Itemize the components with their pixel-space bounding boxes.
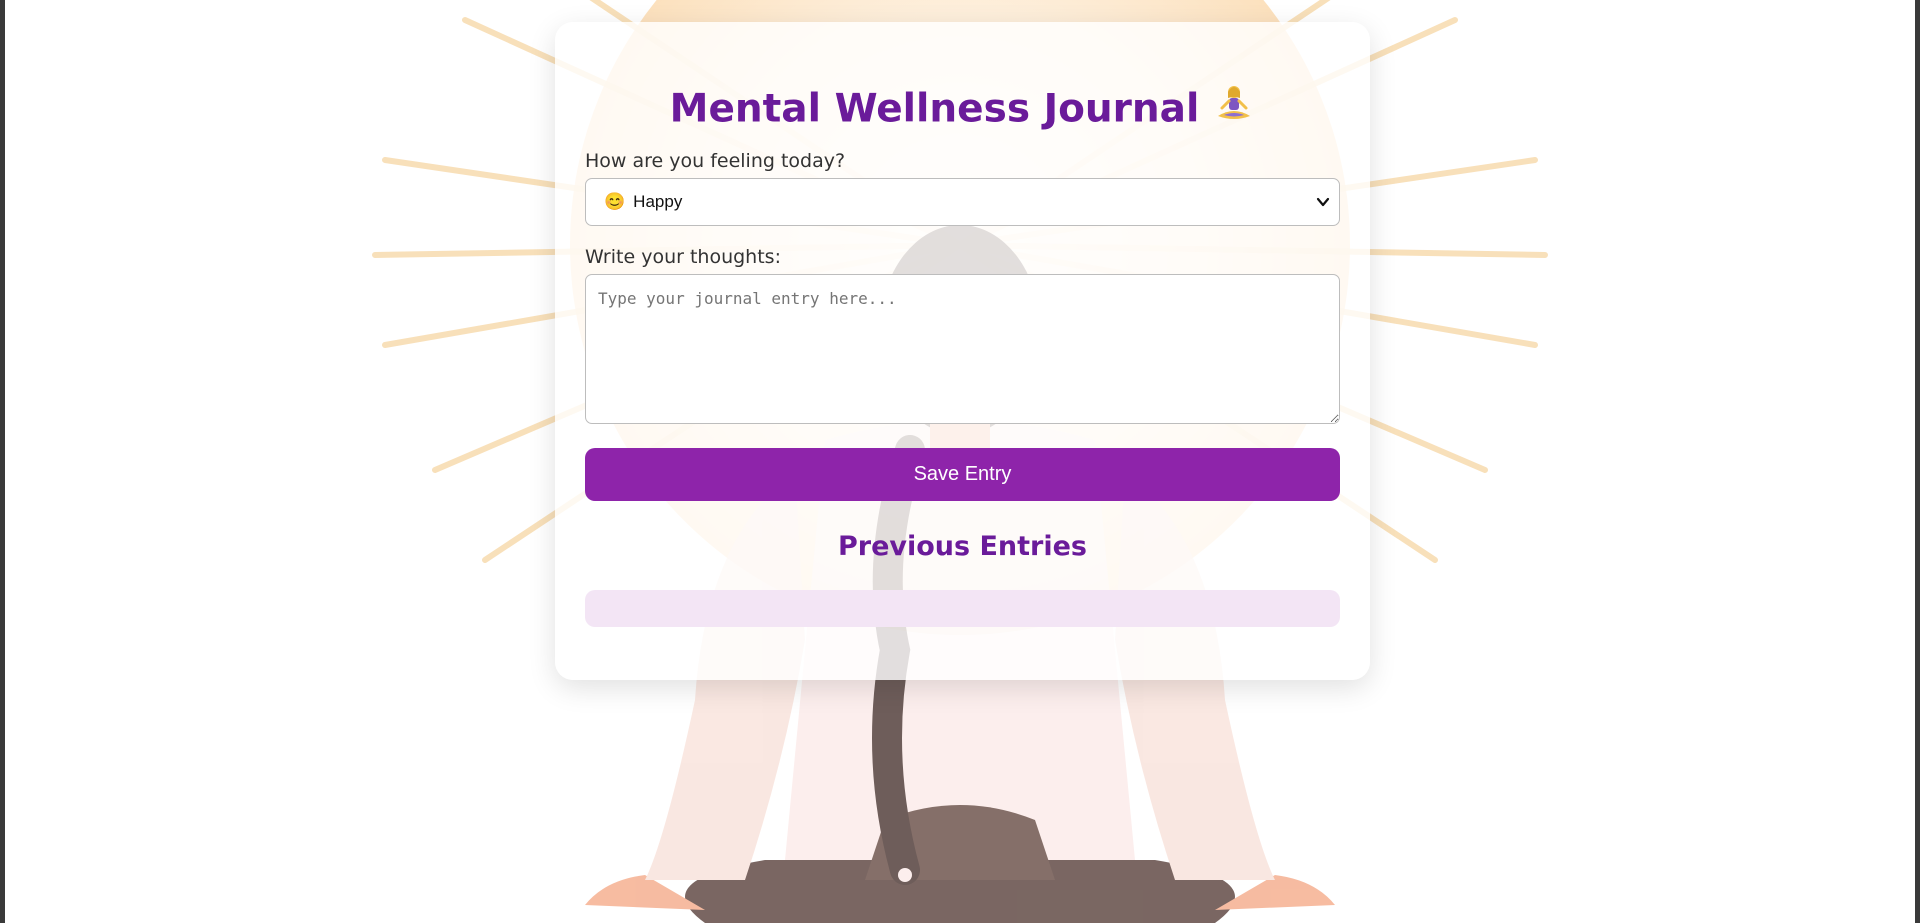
page-title-text: Mental Wellness Journal: [669, 86, 1200, 132]
mood-select[interactable]: 😊 Happy: [585, 178, 1340, 226]
journal-card: Mental Wellness Journal How are you feel…: [555, 22, 1370, 680]
previous-entries-list: [585, 590, 1340, 627]
previous-entries-heading: Previous Entries: [837, 531, 1088, 562]
mood-select-value: Happy: [633, 192, 683, 211]
mood-label: How are you feeling today?: [585, 150, 846, 172]
thoughts-label: Write your thoughts:: [585, 246, 781, 268]
meditating-person-icon: [1213, 84, 1255, 138]
page-title: Mental Wellness Journal: [585, 84, 1340, 138]
journal-entry-textarea[interactable]: [585, 274, 1340, 424]
chevron-down-icon: [1313, 192, 1333, 212]
smiling-face-icon: 😊: [604, 192, 626, 211]
browser-viewport: Mental Wellness Journal How are you feel…: [5, 0, 1915, 923]
save-entry-button[interactable]: Save Entry: [585, 448, 1340, 501]
